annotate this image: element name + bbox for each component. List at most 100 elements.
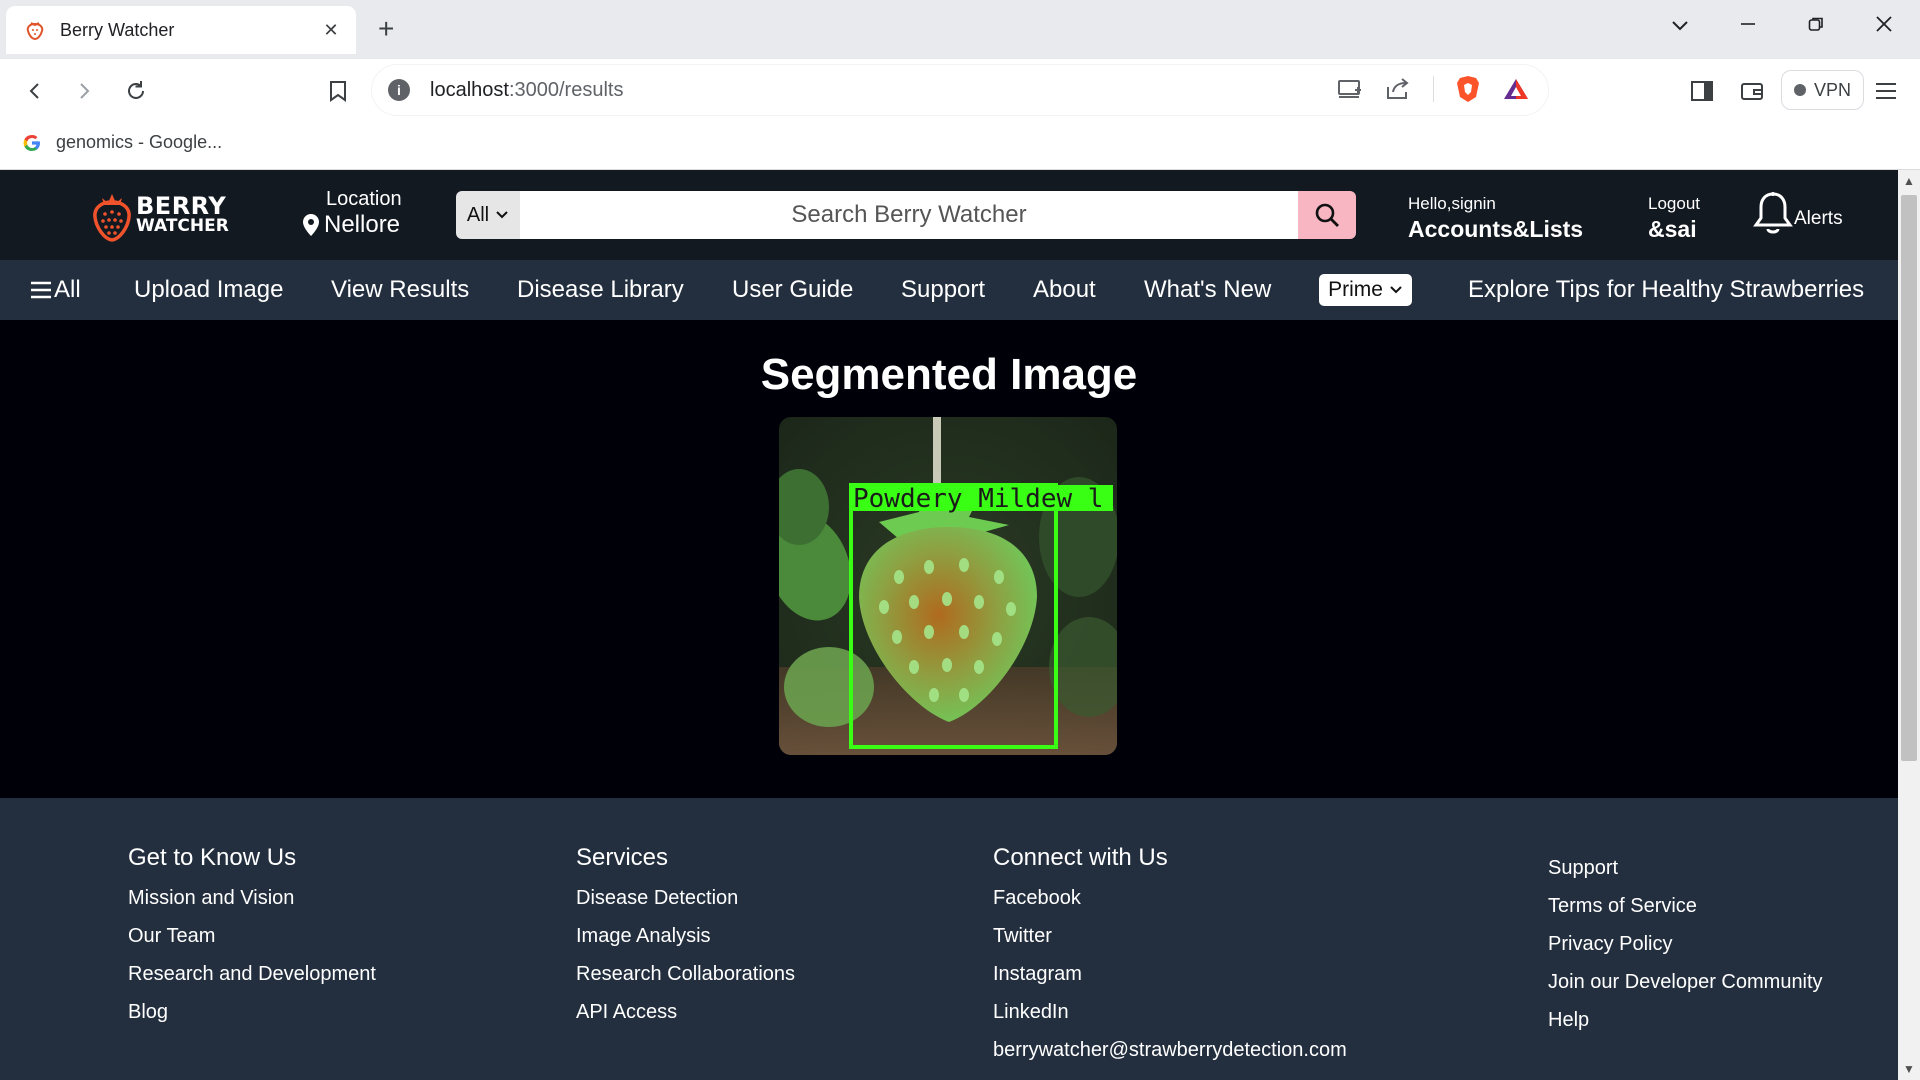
footer-link[interactable]: Research and Development: [128, 962, 376, 986]
wallet-icon[interactable]: [1736, 75, 1768, 107]
footer-link[interactable]: Terms of Service: [1548, 894, 1823, 918]
footer-link[interactable]: Blog: [128, 1000, 376, 1024]
nav-disease-library[interactable]: Disease Library: [517, 276, 684, 304]
bookmark-label: genomics - Google...: [56, 132, 223, 152]
location-label: Location: [326, 188, 402, 210]
page-title: Segmented Image: [760, 350, 1138, 399]
brave-rewards-icon[interactable]: [1502, 77, 1530, 101]
account-label: Accounts&Lists: [1408, 216, 1584, 242]
footer-col-about: Get to Know Us Mission and Vision Our Te…: [128, 844, 376, 1038]
hamburger-icon: [31, 281, 51, 299]
nav-whats-new[interactable]: What's New: [1144, 276, 1271, 304]
scrollbar-thumb[interactable]: [1901, 195, 1917, 761]
menu-icon[interactable]: [1870, 75, 1902, 107]
nav-upload-image[interactable]: Upload Image: [134, 276, 283, 304]
footer-link[interactable]: Disease Detection: [576, 886, 795, 910]
search-icon: [1315, 203, 1339, 227]
search-category-dropdown[interactable]: All: [456, 191, 520, 239]
info-icon[interactable]: i: [388, 79, 410, 101]
detection-label: Powdery Mildew l: [853, 484, 1103, 514]
segmented-strawberry-image: Powdery Mildew l: [779, 417, 1117, 755]
footer-heading: Connect with Us: [993, 844, 1168, 871]
prime-dropdown[interactable]: Prime: [1319, 274, 1412, 306]
alerts-label: Alerts: [1794, 208, 1843, 229]
restore-icon[interactable]: [1796, 12, 1836, 38]
location-selector[interactable]: Location Nellore: [302, 188, 402, 239]
forward-icon[interactable]: [68, 75, 100, 107]
page-scrollbar[interactable]: ▲ ▼: [1898, 170, 1920, 1080]
scroll-down-icon[interactable]: ▼: [1898, 1062, 1920, 1076]
footer-link[interactable]: Join our Developer Community: [1548, 970, 1823, 994]
browser-tab[interactable]: Berry Watcher ✕: [6, 6, 356, 54]
minimize-icon[interactable]: [1728, 12, 1768, 38]
search-category-label: All: [466, 203, 490, 226]
reload-icon[interactable]: [120, 75, 152, 107]
url-text[interactable]: localhost:3000/results: [430, 79, 623, 102]
address-bar[interactable]: i localhost:3000/results: [372, 65, 1548, 115]
footer-link[interactable]: Support: [1548, 856, 1823, 880]
chevron-down-icon: [1390, 286, 1402, 294]
brave-shield-icon[interactable]: [1456, 75, 1480, 103]
scroll-up-icon[interactable]: ▲: [1898, 174, 1920, 188]
site-logo[interactable]: BERRY WATCHER: [92, 190, 229, 242]
footer-heading: Services: [576, 844, 669, 871]
url-host: localhost: [430, 78, 509, 101]
segmented-image: Powdery Mildew l: [779, 417, 1117, 755]
nav-view-results[interactable]: View Results: [331, 276, 469, 304]
alerts-button[interactable]: Alerts: [1752, 190, 1843, 238]
bookmark-genomics[interactable]: genomics - Google...: [22, 132, 222, 153]
search-input[interactable]: [520, 191, 1298, 239]
nav-support[interactable]: Support: [901, 276, 985, 304]
logout-user: &sai: [1648, 216, 1697, 242]
logo-line2: WATCHER: [136, 216, 229, 236]
footer-col-support: Support Terms of Service Privacy Policy …: [1548, 856, 1823, 1046]
strawberry-logo-icon: [93, 194, 131, 242]
footer-col-connect: Connect with Us Facebook Twitter Instagr…: [993, 844, 1347, 1076]
sidebar-icon[interactable]: [1686, 75, 1718, 107]
location-value: Nellore: [324, 211, 401, 238]
account-menu[interactable]: Hello,signin Accounts&Lists: [1408, 194, 1583, 243]
search-button[interactable]: [1298, 191, 1356, 239]
nav-bar: All Upload Image View Results Disease Li…: [0, 260, 1898, 320]
back-icon[interactable]: [19, 75, 51, 107]
site-footer: Get to Know Us Mission and Vision Our Te…: [0, 798, 1898, 1080]
tab-title: Berry Watcher: [60, 19, 175, 40]
vpn-button[interactable]: VPN: [1781, 70, 1865, 110]
footer-link[interactable]: Our Team: [128, 924, 376, 948]
footer-link[interactable]: Research Collaborations: [576, 962, 795, 986]
share-icon[interactable]: [1385, 77, 1411, 101]
logo-line1: BERRY: [136, 192, 227, 220]
logout-button[interactable]: Logout &sai: [1648, 194, 1700, 243]
tab-search-chevron-icon[interactable]: [1660, 12, 1700, 38]
account-greeting: Hello,signin: [1408, 194, 1496, 213]
footer-link[interactable]: Mission and Vision: [128, 886, 376, 910]
vpn-label: VPN: [1814, 79, 1852, 100]
browser-toolbar: i localhost:3000/results VPN: [0, 59, 1920, 122]
nav-explore-tips[interactable]: Explore Tips for Healthy Strawberries: [1468, 276, 1864, 304]
footer-link[interactable]: Privacy Policy: [1548, 932, 1823, 956]
location-pin-icon: [303, 214, 319, 236]
nav-all-menu[interactable]: All: [30, 276, 81, 304]
footer-heading: Get to Know Us: [128, 844, 297, 871]
close-window-icon[interactable]: [1864, 12, 1904, 38]
nav-user-guide[interactable]: User Guide: [732, 276, 853, 304]
bookmarks-bar: genomics - Google...: [0, 122, 1920, 170]
footer-email-link[interactable]: berrywatcher@strawberrydetection.com: [993, 1038, 1347, 1062]
footer-link[interactable]: API Access: [576, 1000, 795, 1024]
footer-link[interactable]: LinkedIn: [993, 1000, 1347, 1024]
cast-icon[interactable]: [1337, 78, 1363, 100]
vpn-status-icon: [1794, 84, 1806, 96]
footer-link[interactable]: Twitter: [993, 924, 1347, 948]
logo-text: BERRY WATCHER: [136, 192, 229, 236]
footer-link[interactable]: Image Analysis: [576, 924, 795, 948]
bookmark-icon[interactable]: [322, 75, 354, 107]
tab-close-icon[interactable]: ✕: [314, 20, 348, 41]
nav-about[interactable]: About: [1033, 276, 1096, 304]
url-path: :3000/results: [508, 78, 624, 101]
new-tab-button[interactable]: +: [378, 14, 394, 44]
browser-tab-strip: Berry Watcher ✕ +: [0, 0, 1920, 59]
chevron-down-icon: [496, 211, 508, 219]
footer-link[interactable]: Facebook: [993, 886, 1347, 910]
footer-link[interactable]: Instagram: [993, 962, 1347, 986]
footer-link[interactable]: Help: [1548, 1008, 1823, 1032]
